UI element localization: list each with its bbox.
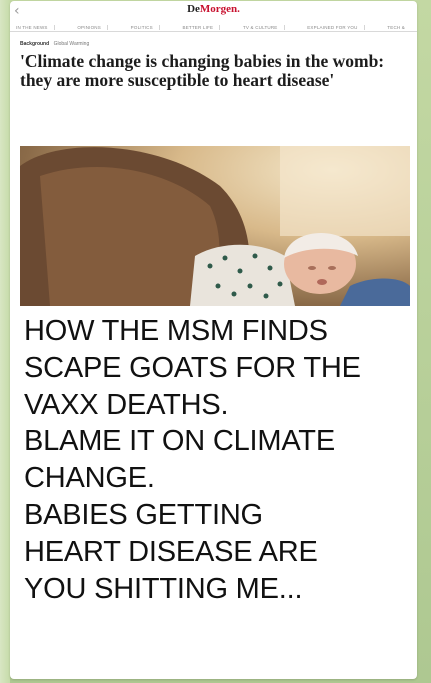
photo-illustration bbox=[20, 146, 410, 306]
nav-item-opinions[interactable]: OPINIONS bbox=[77, 24, 108, 30]
nav-item-politics[interactable]: POLITICS bbox=[131, 24, 160, 30]
site-logo: DeMorgen. bbox=[187, 3, 240, 15]
article-category: Background bbox=[20, 41, 50, 47]
article-photo-mother-and-newborn bbox=[20, 146, 410, 306]
message-bubble[interactable]: ‹ DeMorgen. IN THE NEWS OPINIONS POLITIC… bbox=[10, 1, 417, 679]
article-tag[interactable]: Global Warming bbox=[54, 41, 90, 47]
nav-item-explained[interactable]: EXPLAINED FOR YOU bbox=[307, 24, 365, 30]
nav-item-in-the-news[interactable]: IN THE NEWS bbox=[16, 24, 55, 30]
article-headline: 'Climate change is changing babies in th… bbox=[20, 51, 385, 90]
nav-item-better-life[interactable]: BETTER LIFE bbox=[183, 24, 221, 30]
nav-item-tv-culture[interactable]: TV & CULTURE bbox=[243, 24, 285, 30]
chat-left-edge bbox=[0, 0, 10, 683]
message-caption: HOW THE MSM FINDS SCAPE GOATS FOR THE VA… bbox=[24, 315, 361, 605]
article-meta: Background Global Warming bbox=[20, 41, 89, 47]
newspaper-header: ‹ DeMorgen. IN THE NEWS OPINIONS POLITIC… bbox=[10, 1, 417, 32]
nav-menu: IN THE NEWS OPINIONS POLITICS BETTER LIF… bbox=[10, 23, 417, 31]
nav-item-tech[interactable]: TECH & bbox=[387, 25, 411, 30]
